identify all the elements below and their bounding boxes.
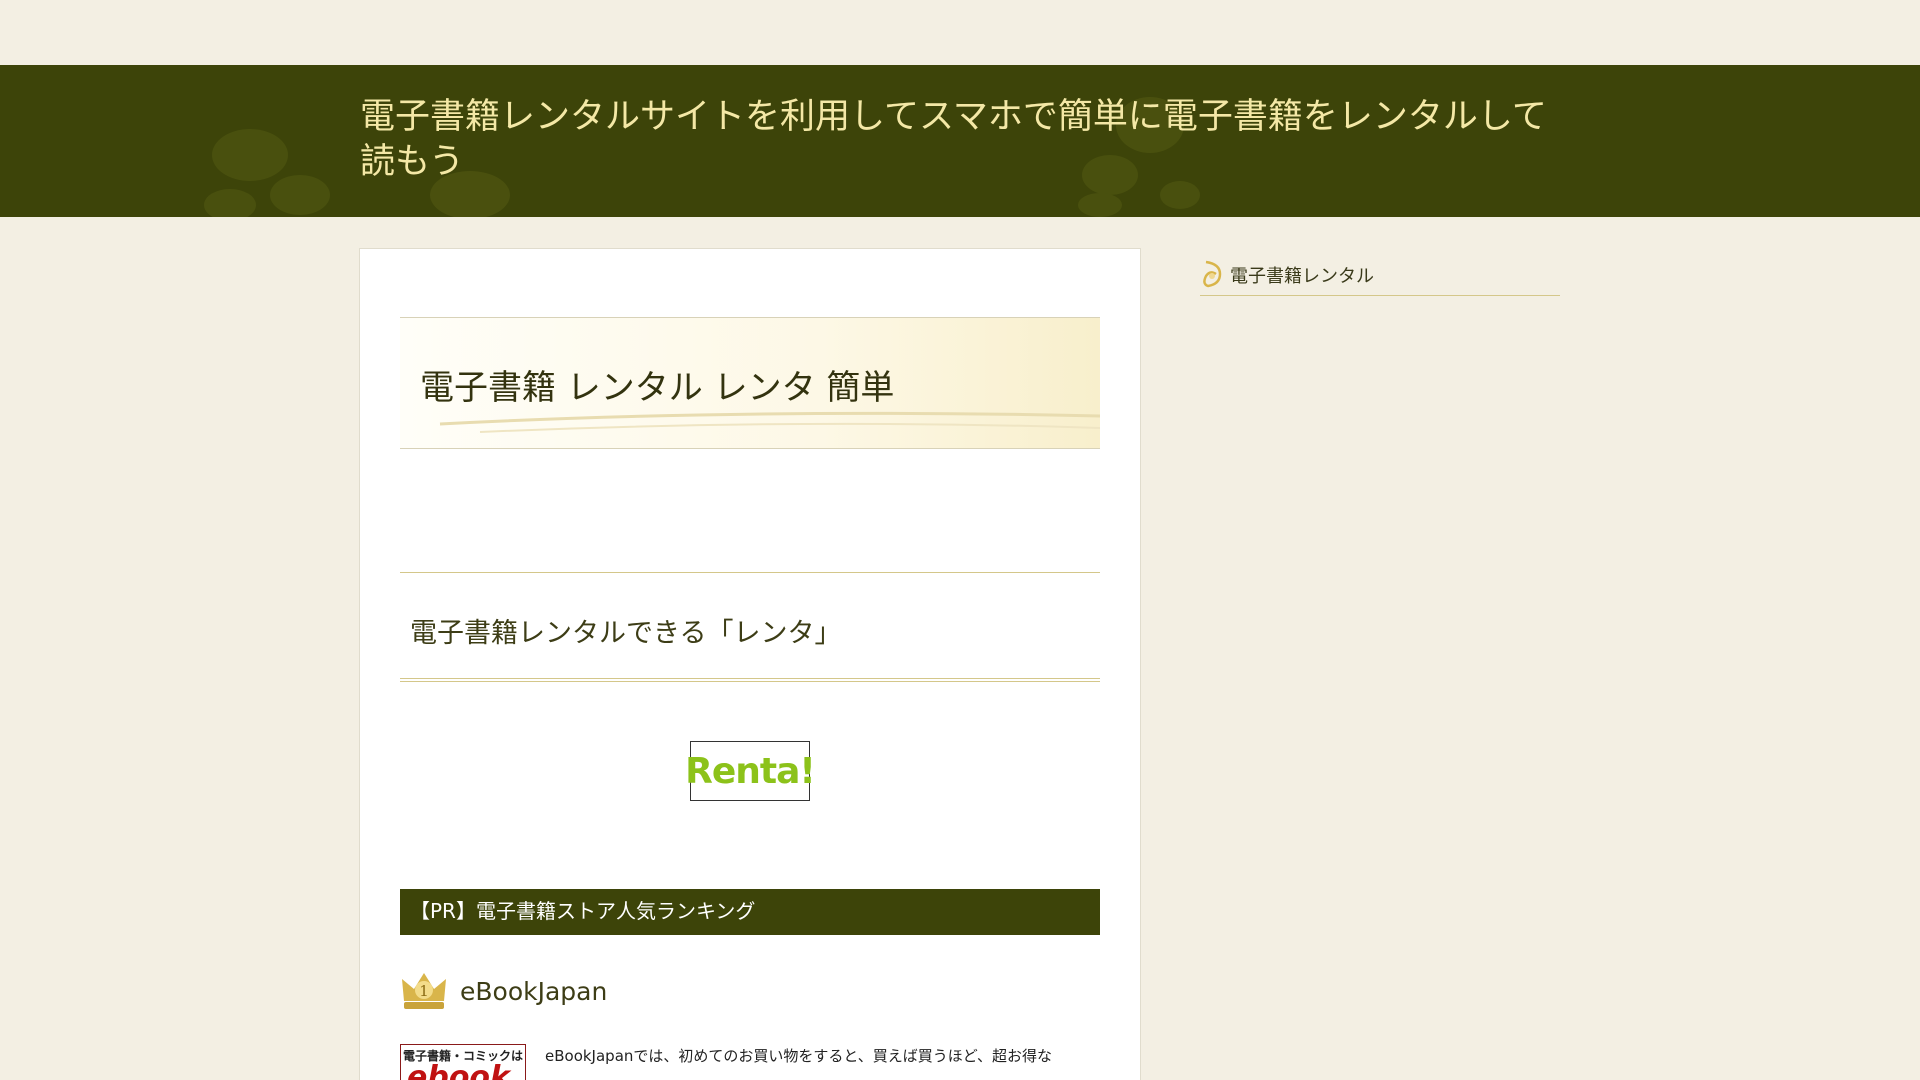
ranking-item: 1 eBookJapan [400,967,607,1015]
entry-title-box: 電子書籍 レンタル レンタ 簡単 [400,317,1100,449]
ebook-thumbnail[interactable]: 電子書籍・コミックは ebook [400,1044,526,1080]
main-content: 電子書籍 レンタル レンタ 簡単 電子書籍レンタルできる「レンタ」 Renta!… [359,248,1141,1080]
rank-item-description: eBookJapanでは、初めてのお買い物をすると、買えば買うほど、超お得な [545,1047,1053,1065]
rank-number: 1 [419,982,429,1000]
rank-item-name[interactable]: eBookJapan [460,977,607,1006]
site-title[interactable]: 電子書籍レンタルサイトを利用してスマホで簡単に電子書籍をレンタルして読もう [360,95,1560,185]
sidebar-item-category[interactable]: 電子書籍レンタル [1200,258,1560,296]
ranking-bar: 【PR】電子書籍ストア人気ランキング [400,889,1100,935]
swirl-bullet-icon [1203,260,1222,288]
crown-rank-1-icon: 1 [402,973,446,1009]
site-header: 電子書籍レンタルサイトを利用してスマホで簡単に電子書籍をレンタルして読もう [0,65,1920,217]
section-heading-text: 電子書籍レンタルできる「レンタ」 [410,618,842,649]
ebook-thumb-logo: ebook [407,1060,510,1080]
renta-logo-link[interactable]: Renta! [685,741,816,801]
entry-title: 電子書籍 レンタル レンタ 簡単 [420,368,895,408]
section-heading: 電子書籍レンタルできる「レンタ」 [400,572,1100,682]
renta-logo-text: Renta! [685,750,816,792]
sidebar-item-label: 電子書籍レンタル [1230,266,1374,287]
